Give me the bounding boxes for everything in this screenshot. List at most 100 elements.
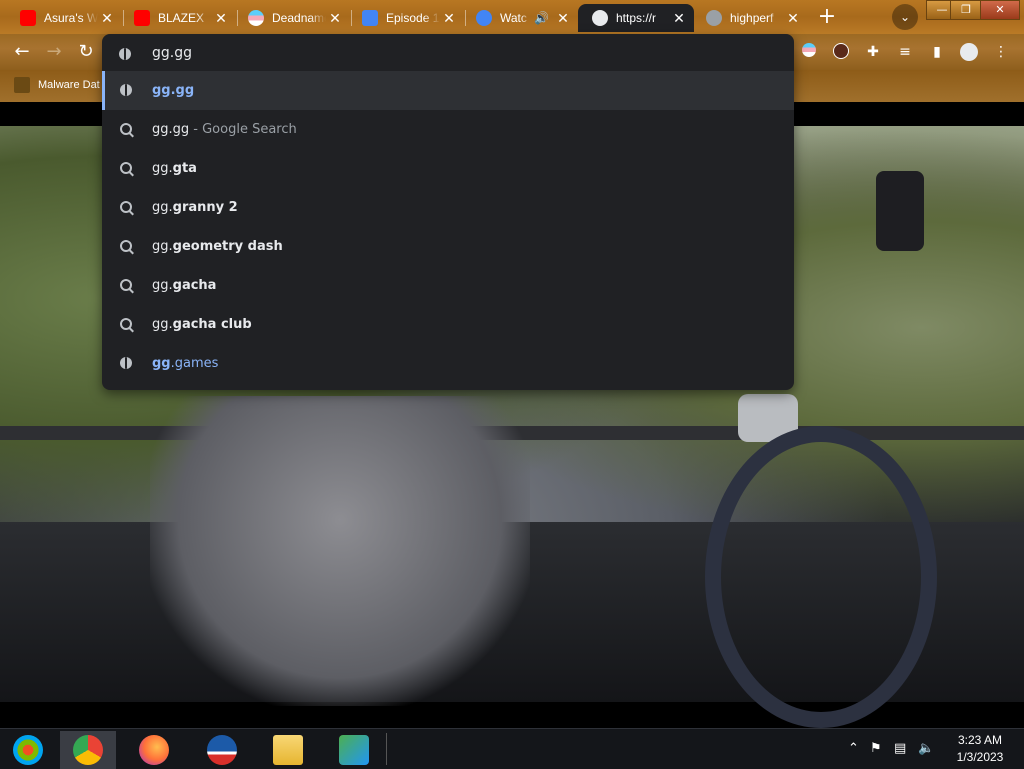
- taskbar-divider: [386, 733, 387, 765]
- video-scene-driver: [150, 396, 530, 706]
- taskbar-file-explorer[interactable]: [260, 731, 316, 769]
- video-scene-rearview-mirror: [876, 171, 924, 251]
- globe-icon: [592, 10, 608, 26]
- tab[interactable]: Episode 1 ✕: [348, 4, 464, 32]
- reading-list-icon[interactable]: ≡: [896, 43, 914, 61]
- taskbar-network-app[interactable]: [326, 731, 382, 769]
- suggestion-item[interactable]: gg.games: [102, 344, 794, 383]
- audio-playing-icon[interactable]: 🔊: [534, 11, 549, 25]
- suggestion-completion: geometry dash: [172, 239, 283, 254]
- tab[interactable]: highperf ✕: [692, 4, 808, 32]
- globe-icon: [119, 45, 131, 64]
- tab-title: Deadname: [272, 11, 326, 25]
- suggestion-item[interactable]: gg.gg: [102, 71, 794, 110]
- suggestion-item[interactable]: gg.geometry dash: [102, 227, 794, 266]
- new-tab-button[interactable]: +: [813, 4, 841, 30]
- taskbar-obama-app[interactable]: [194, 731, 250, 769]
- windows-start-icon: [13, 735, 43, 765]
- trans-flag-extension-icon[interactable]: [800, 43, 818, 61]
- extensions-puzzle-icon[interactable]: ✚: [864, 43, 882, 61]
- suggestion-typed: gg.gg: [152, 122, 190, 137]
- tab[interactable]: Deadname ✕: [234, 4, 350, 32]
- suggestion-typed: gg.: [152, 278, 173, 293]
- tab-title: Watc: [500, 11, 527, 25]
- suggestion-completion: gacha: [172, 278, 217, 293]
- suggestion-completion: .games: [170, 356, 219, 371]
- suggestion-typed: gg.: [152, 317, 173, 332]
- folder-icon: [273, 735, 303, 765]
- close-tab-icon[interactable]: ✕: [672, 10, 686, 27]
- volume-icon[interactable]: 🔈: [918, 741, 934, 756]
- bookmark-item[interactable]: Malware Dat: [14, 77, 100, 93]
- taskbar: ⌃ ⚑ ▤ 🔈 3:23 AM 1/3/2023: [0, 728, 1024, 769]
- suggestion-completion: gta: [172, 161, 197, 176]
- play-icon: [362, 10, 378, 26]
- flag-icon[interactable]: ⚑: [870, 741, 882, 756]
- close-tab-icon[interactable]: ✕: [100, 10, 114, 27]
- close-tab-icon[interactable]: ✕: [786, 10, 800, 27]
- tab-active[interactable]: https://r ✕: [578, 4, 694, 32]
- suggestion-item[interactable]: gg.granny 2: [102, 188, 794, 227]
- address-bar-input[interactable]: [152, 42, 752, 64]
- menu-kebab-icon[interactable]: ⋮: [992, 43, 1010, 61]
- search-icon: [119, 161, 133, 176]
- obama-logo-icon: [207, 735, 237, 765]
- search-icon: [119, 200, 133, 215]
- close-tab-icon[interactable]: ✕: [214, 10, 228, 27]
- profile-icon[interactable]: [960, 43, 978, 61]
- suggestion-item[interactable]: gg.gta: [102, 149, 794, 188]
- suggestion-item[interactable]: gg.gg - Google Search: [102, 110, 794, 149]
- close-tab-icon[interactable]: ✕: [442, 10, 456, 27]
- suggestion-typed: gg.: [152, 200, 173, 215]
- suggestion-item[interactable]: gg.gacha: [102, 266, 794, 305]
- bookmark-favicon-icon: [14, 77, 30, 93]
- tab-title: highperf: [730, 11, 774, 25]
- taskbar-chrome[interactable]: [60, 731, 116, 769]
- network-people-icon: [339, 735, 369, 765]
- close-tab-icon[interactable]: ✕: [556, 10, 570, 27]
- restore-button[interactable]: ❐: [950, 0, 982, 20]
- tab[interactable]: Asura's W ✕: [6, 4, 122, 32]
- omnibox-dropdown: gg.gg gg.gg - Google Search gg.gta gg.gr…: [102, 34, 794, 390]
- close-tab-icon[interactable]: ✕: [328, 10, 342, 27]
- search-icon: [119, 239, 133, 254]
- search-icon: [119, 122, 133, 137]
- back-button[interactable]: ←: [11, 41, 33, 63]
- clock-date: 1/3/2023: [956, 750, 1004, 764]
- taskbar-firefox[interactable]: [126, 731, 182, 769]
- tab-title: Episode 1: [386, 11, 440, 25]
- watch-site-icon: [476, 10, 492, 26]
- side-panel-icon[interactable]: ▮: [928, 43, 946, 61]
- youtube-icon: [134, 10, 150, 26]
- suggestion-typed: gg.: [152, 239, 173, 254]
- suggestion-typed: gg.: [152, 161, 173, 176]
- close-window-button[interactable]: ✕: [980, 0, 1020, 20]
- youtube-icon: [20, 10, 36, 26]
- trans-flag-icon: [248, 10, 264, 26]
- network-icon[interactable]: ▤: [894, 741, 906, 756]
- tab[interactable]: BLAZEX ✕: [120, 4, 236, 32]
- forward-button[interactable]: →: [43, 41, 65, 63]
- firefox-icon: [139, 735, 169, 765]
- tab[interactable]: Watc 🔊 ✕: [462, 4, 578, 32]
- video-scene-steering-wheel: [705, 426, 937, 728]
- suggestion-completion: granny 2: [172, 200, 238, 215]
- reload-button[interactable]: ↻: [75, 41, 97, 63]
- avatar-extension-icon[interactable]: [832, 43, 850, 61]
- search-icon: [119, 278, 133, 293]
- tab-title: Asura's W: [44, 11, 98, 25]
- globe-icon: [119, 356, 133, 371]
- show-hidden-icons-icon[interactable]: ⌃: [848, 741, 859, 756]
- suggestion-typed: gg.gg: [152, 83, 195, 98]
- tab-strip: Asura's W ✕ BLAZEX ✕ Deadname ✕ Episode …: [0, 0, 1024, 34]
- start-button[interactable]: [0, 731, 56, 769]
- suggestion-item[interactable]: gg.gacha club: [102, 305, 794, 344]
- clock-time: 3:23 AM: [957, 733, 1003, 747]
- tab-search-button[interactable]: ⌄: [892, 4, 918, 30]
- chrome-icon: [73, 735, 103, 765]
- system-clock[interactable]: 3:23 AM 1/3/2023: [940, 732, 1020, 766]
- search-icon: [119, 317, 133, 332]
- globe-icon: [119, 83, 133, 98]
- suggestion-completion: gacha club: [172, 317, 252, 332]
- tab-title: BLAZEX: [158, 11, 205, 25]
